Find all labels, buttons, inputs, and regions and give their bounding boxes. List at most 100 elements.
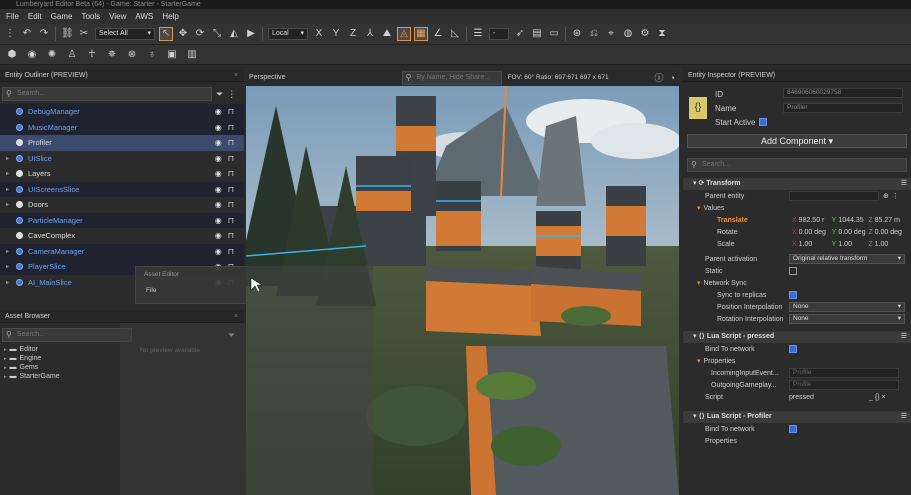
lock-icon[interactable]: ⊓ [228,123,234,132]
expand-icon[interactable]: ▾ [689,357,701,365]
lua-script-pressed-header[interactable]: ▾ ⟨⟩ Lua Script - pressed ☰ [683,331,911,343]
play-icon[interactable]: ▶ [245,28,257,40]
scale-x[interactable]: 1.00 [799,241,832,248]
menu-tools[interactable]: Tools [81,12,100,21]
visibility-icon[interactable]: ◉ [215,216,222,225]
hourglass-icon[interactable]: ⧗ [656,28,668,40]
doc-icon[interactable]: ▤ [531,28,543,40]
terrain-snap-icon[interactable]: ⛰ [381,28,393,40]
expand-arrow-icon[interactable]: ▸ [6,248,12,255]
translate-x[interactable]: 982.50 r [799,217,832,224]
expand-arrow-icon[interactable]: ▸ [4,347,7,353]
visibility-icon[interactable]: ◉ [215,107,222,116]
sphere-icon[interactable]: ◉ [26,49,38,61]
settings-icon[interactable]: ◔ [670,73,675,83]
expand-icon[interactable]: ▾ [689,279,701,287]
folder-icon[interactable]: ▭ [548,28,560,40]
outliner-item[interactable]: Profiler ◉ ⊓ [0,135,244,151]
undo-icon[interactable]: ↶ [21,28,33,40]
lock-icon[interactable]: ⊓ [228,185,234,194]
lock-icon[interactable]: ⊓ [228,154,234,163]
menu-aws[interactable]: AWS [135,12,153,21]
visibility-icon[interactable]: ◉ [215,185,222,194]
rotate-x[interactable]: 0.00 deg [799,229,832,236]
expand-arrow-icon[interactable]: ▸ [6,170,12,177]
expand-arrow-icon[interactable]: ▸ [6,201,12,208]
star-icon[interactable]: ✺ [46,49,58,61]
scale-tool-icon[interactable]: ⤡ [211,28,223,40]
bind-network-checkbox[interactable] [789,345,797,353]
menu-icon[interactable]: ☰ [901,331,907,343]
outliner-item[interactable]: ▸ Doors ◉ ⊓ [0,197,244,213]
inspector-search-input[interactable]: Search... [687,158,907,172]
outliner-item[interactable]: ▸ UISlice ◉ ⊓ [0,151,244,167]
lock-icon[interactable]: ⊓ [228,200,234,209]
target-icon[interactable]: ⊕ [883,192,889,200]
visibility-icon[interactable]: ◉ [215,200,222,209]
selection-dropdown[interactable]: Select All ▾ [95,28,155,40]
script-value[interactable]: pressed [789,394,869,401]
object-snap-icon[interactable]: ◬ [397,27,411,41]
outliner-item[interactable]: CaveComplex ◉ ⊓ [0,228,244,244]
expand-arrow-icon[interactable]: ▸ [6,263,12,270]
axis-xy-icon[interactable]: ⅄ [364,28,376,40]
filter-icon[interactable]: ⏷ [216,89,223,100]
visibility-icon[interactable]: ◉ [215,123,222,132]
position-interp-dropdown[interactable]: None ▾ [789,302,905,312]
expand-arrow-icon[interactable]: ▸ [4,365,7,371]
info-icon[interactable]: ⓘ [655,71,664,84]
list-icon[interactable]: ☰ [472,28,484,40]
ruler-icon[interactable]: ◺ [449,28,461,40]
angle-snap-icon[interactable]: ∠ [432,28,444,40]
lock-icon[interactable]: ⊓ [228,231,234,240]
axis-x-button[interactable]: X [313,28,325,40]
lock-icon[interactable]: ⊓ [228,216,234,225]
flowgraph-icon[interactable]: ⎌ [588,28,600,40]
menu-file[interactable]: File [6,12,19,21]
light-icon[interactable]: ♁ [146,49,158,61]
camera-icon[interactable]: ▣ [166,49,178,61]
close-icon[interactable]: × [234,310,238,323]
outgoing-field[interactable]: Profile [789,380,899,390]
visibility-icon[interactable]: ◉ [215,169,222,178]
start-active-checkbox[interactable] [759,118,767,126]
menu-icon[interactable]: ☰ [901,178,907,190]
entity-icon[interactable]: ⊗ [126,49,138,61]
asset-search-input[interactable]: Search... [2,328,132,342]
bind-network-checkbox-2[interactable] [789,425,797,433]
outliner-item[interactable]: ▸ UIScreensSlice ◉ ⊓ [0,181,244,197]
globe-icon[interactable]: ◍ [622,28,634,40]
rotate-z[interactable]: 0.00 deg [875,229,902,236]
expand-arrow-icon[interactable]: ▸ [4,356,7,362]
select-tool-icon[interactable]: ↖ [159,27,173,41]
menu-icon[interactable]: ☰ [901,411,907,423]
expand-arrow-icon[interactable]: ▸ [6,279,12,286]
zoom-dropdown[interactable]: - [489,28,509,40]
outliner-item[interactable]: DebugManager ◉ ⊓ [0,104,244,120]
lock-icon[interactable]: ⊓ [228,138,234,147]
outliner-item[interactable]: ParticleManager ◉ ⊓ [0,212,244,228]
tag-icon[interactable]: ⌖ [605,28,617,40]
axis-z-button[interactable]: Z [347,28,359,40]
more-options-icon[interactable]: ⋮ [227,89,236,100]
lua-script-profiler-header[interactable]: ▾ ⟨⟩ Lua Script - Profiler ☰ [683,411,911,423]
clear-icon[interactable]: ⋮ [892,192,899,200]
static-checkbox[interactable] [789,267,797,275]
redo-icon[interactable]: ↷ [38,28,50,40]
add-component-button[interactable]: Add Component ▾ [687,134,907,148]
cog-icon[interactable]: ⚙ [639,28,651,40]
asset-folder[interactable]: ▸ ▬ Gems [0,363,120,372]
script-actions-icon[interactable]: _ {} × [869,394,886,401]
perspective-viewport[interactable]: Perspective By Name, Hide Share... FOV: … [246,69,679,495]
visibility-icon[interactable]: ◉ [215,138,222,147]
sync-replicas-checkbox[interactable] [789,291,797,299]
terrain-icon[interactable]: ◭ [228,28,240,40]
lock-icon[interactable]: ⊓ [228,107,234,116]
asset-folder[interactable]: ▸ ▬ Editor [0,345,120,354]
parent-entity-field[interactable] [789,191,879,201]
expand-arrow-icon[interactable]: ▸ [6,155,12,162]
outliner-item[interactable]: ▸ Layers ◉ ⊓ [0,166,244,182]
expand-icon[interactable]: ▾ [689,204,701,212]
visibility-icon[interactable]: ◉ [215,231,222,240]
menu-help[interactable]: Help [162,12,178,21]
